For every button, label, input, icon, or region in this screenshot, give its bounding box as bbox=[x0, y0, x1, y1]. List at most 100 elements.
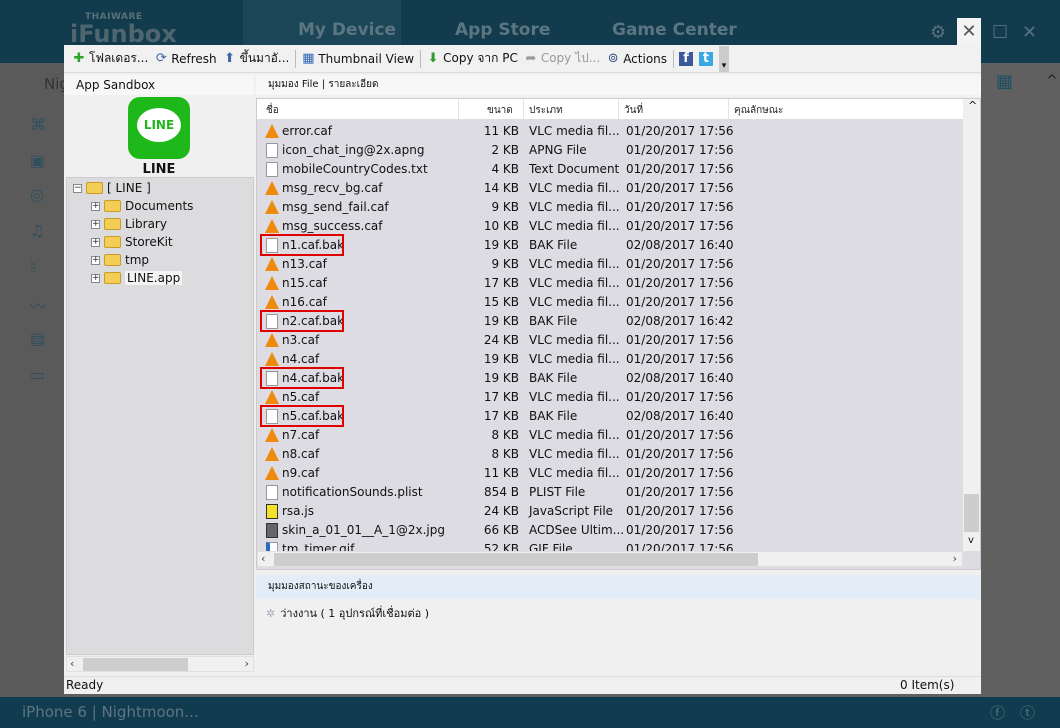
file-row[interactable]: mobileCountryCodes.txt 4 KB Text Document 0… bbox=[257, 160, 963, 179]
scroll-thumb[interactable] bbox=[274, 553, 758, 566]
toolbox-icon[interactable]: ▭ bbox=[30, 365, 50, 384]
toolbar-overflow-button[interactable]: ▾ bbox=[719, 45, 730, 72]
file-row[interactable]: n4.caf 19 KB VLC media fil... 01/20/2017 17… bbox=[257, 350, 963, 369]
file-row[interactable]: n8.caf 8 KB VLC media fil... 01/20/2017 17:… bbox=[257, 445, 963, 464]
device-label[interactable]: iPhone 6 | Nightmoon... bbox=[22, 703, 199, 721]
file-name: icon_chat_ing@2x.apng bbox=[282, 143, 425, 157]
col-name[interactable]: ชื่อ bbox=[266, 103, 279, 118]
vlc-file-icon bbox=[265, 276, 279, 290]
photos-icon[interactable]: ▣ bbox=[30, 151, 50, 170]
expand-icon[interactable]: + bbox=[91, 255, 100, 265]
close-app-icon[interactable]: ✕ bbox=[1022, 22, 1037, 43]
col-size[interactable]: ขนาด bbox=[487, 103, 513, 118]
file-row[interactable]: msg_recv_bg.caf 14 KB VLC media fil... 01/2… bbox=[257, 179, 963, 198]
music-icon[interactable]: ♫ bbox=[30, 221, 50, 240]
expand-icon[interactable]: + bbox=[91, 237, 100, 247]
tree-node-library[interactable]: + Library bbox=[91, 215, 167, 233]
file-type: VLC media fil... bbox=[529, 295, 620, 309]
twitter-share-button[interactable]: t bbox=[699, 51, 714, 66]
facebook-icon[interactable]: ⓕ bbox=[990, 702, 1005, 723]
video-icon[interactable]: ▤ bbox=[30, 329, 50, 348]
collapse-icon[interactable]: − bbox=[73, 183, 82, 193]
facebook-share-button[interactable]: f bbox=[679, 51, 694, 66]
expand-icon[interactable]: + bbox=[91, 273, 100, 283]
details-view-link[interactable]: รายละเอียด bbox=[328, 79, 378, 90]
twitter-icon[interactable]: ⓣ bbox=[1020, 702, 1035, 723]
file-row[interactable]: notificationSounds.plist 854 B PLIST File 0… bbox=[257, 483, 963, 502]
file-row[interactable]: msg_success.caf 10 KB VLC media fil... 01/2… bbox=[257, 217, 963, 236]
file-row[interactable]: rsa.js 24 KB JavaScript File 01/20/2017 17:… bbox=[257, 502, 963, 521]
file-row[interactable]: n15.caf 17 KB VLC media fil... 01/20/2017 1… bbox=[257, 274, 963, 293]
tree-horizontal-scrollbar[interactable]: ‹ › bbox=[66, 656, 254, 672]
file-type: BAK File bbox=[529, 314, 578, 328]
file-row[interactable]: n7.caf 8 KB VLC media fil... 01/20/2017 17:… bbox=[257, 426, 963, 445]
file-date: 02/08/2017 16:40 bbox=[626, 409, 734, 423]
folder-icon bbox=[104, 236, 121, 248]
file-row[interactable]: icon_chat_ing@2x.apng 2 KB APNG File 01/20/… bbox=[257, 141, 963, 160]
file-row[interactable]: n3.caf 24 KB VLC media fil... 01/20/2017 17… bbox=[257, 331, 963, 350]
copy-to-button[interactable]: ➦ Copy ไป... bbox=[524, 49, 600, 68]
file-view-panel: มุมมอง File | รายละเอียด ชื่อ ขนาด ประเภ… bbox=[256, 73, 981, 676]
file-row[interactable]: n16.caf 15 KB VLC media fil... 01/20/2017 1… bbox=[257, 293, 963, 312]
tab-game-center[interactable]: Game Center bbox=[612, 20, 737, 40]
file-row[interactable]: n2.caf.bak 19 KB BAK File 02/08/2017 16:42 bbox=[257, 310, 963, 332]
scroll-up-icon[interactable]: ^ bbox=[968, 99, 977, 112]
file-row[interactable]: error.caf 11 KB VLC media fil... 01/20/2017… bbox=[257, 122, 963, 141]
list-vertical-scrollbar[interactable]: ^ v bbox=[963, 99, 980, 551]
scroll-down-icon[interactable]: v bbox=[968, 535, 974, 546]
tree-node-root[interactable]: −[ LINE ] bbox=[73, 179, 151, 197]
file-row[interactable]: n4.caf.bak 19 KB BAK File 02/08/2017 16:40 bbox=[257, 367, 963, 389]
scroll-left-icon[interactable]: ‹ bbox=[261, 552, 265, 565]
facebook-icon: f bbox=[679, 51, 694, 66]
copy-from-pc-button[interactable]: ⬇ Copy จาก PC bbox=[426, 49, 518, 68]
gear-icon[interactable]: ⚙ bbox=[930, 22, 946, 43]
actions-button[interactable]: ⊚ Actions bbox=[606, 51, 667, 66]
toolbar: ✚ โฟลเดอร... ⟳ Refresh ⬆ ขึ้นมาอั... ▦ Thumb… bbox=[64, 45, 981, 73]
maximize-icon[interactable]: ☐ bbox=[992, 22, 1008, 43]
new-folder-button[interactable]: ✚ โฟลเดอร... bbox=[72, 49, 149, 68]
file-type: APNG File bbox=[529, 143, 587, 157]
scroll-right-icon[interactable]: › bbox=[953, 552, 957, 565]
col-date[interactable]: วันที่ bbox=[624, 103, 643, 118]
thumbnail-view-button[interactable]: ▦ Thumbnail View bbox=[301, 51, 414, 66]
file-date: 01/20/2017 17:56 bbox=[626, 352, 734, 366]
col-attributes[interactable]: คุณลักษณะ bbox=[734, 103, 783, 118]
refresh-button[interactable]: ⟳ Refresh bbox=[154, 51, 217, 66]
tab-my-device[interactable]: My Device bbox=[298, 20, 396, 40]
scroll-left-icon[interactable]: ‹ bbox=[70, 657, 74, 670]
file-row[interactable]: n1.caf.bak 19 KB BAK File 02/08/2017 16:40 bbox=[257, 234, 963, 256]
image-file-icon bbox=[266, 523, 278, 538]
voice-icon[interactable]: 〰 bbox=[30, 293, 50, 316]
file-size: 17 KB bbox=[483, 409, 519, 423]
document-file-icon bbox=[266, 143, 278, 158]
divider bbox=[295, 49, 297, 68]
file-row[interactable]: msg_send_fail.caf 9 KB VLC media fil... 01/… bbox=[257, 198, 963, 217]
dialog-close-button[interactable]: ✕ bbox=[957, 18, 981, 45]
tree-node-tmp[interactable]: + tmp bbox=[91, 251, 149, 269]
file-row[interactable]: n5.caf 17 KB VLC media fil... 01/20/2017 17… bbox=[257, 388, 963, 407]
tree-node-storekit[interactable]: + StoreKit bbox=[91, 233, 173, 251]
tree-node-documents[interactable]: + Documents bbox=[91, 197, 193, 215]
file-row[interactable]: skin_a_01_01__A_1@2x.jpg 66 KB ACDSee Ulti… bbox=[257, 521, 963, 540]
file-row[interactable]: n5.caf.bak 17 KB BAK File 02/08/2017 16:40 bbox=[257, 405, 963, 427]
tree-node-line-app[interactable]: + LINE.app bbox=[91, 269, 183, 287]
expand-icon[interactable]: + bbox=[91, 219, 100, 229]
grid-view-icon[interactable]: ▦ bbox=[996, 71, 1013, 92]
expand-icon[interactable]: + bbox=[91, 201, 100, 211]
file-row[interactable]: n9.caf 11 KB VLC media fil... 01/20/2017 17… bbox=[257, 464, 963, 483]
media-icon[interactable]: ◎ bbox=[30, 185, 50, 204]
app-sandbox-panel: App Sandbox LINE LINE −[ LINE ] + Documen… bbox=[64, 73, 254, 676]
scroll-thumb[interactable] bbox=[83, 658, 188, 671]
ringtone-icon[interactable]: ♮ bbox=[30, 257, 50, 276]
up-button[interactable]: ⬆ ขึ้นมาอั... bbox=[223, 49, 289, 68]
list-horizontal-scrollbar[interactable]: ‹ › bbox=[257, 551, 963, 567]
apps-icon[interactable]: ⌘ bbox=[30, 115, 50, 134]
scroll-right-icon[interactable]: › bbox=[245, 657, 249, 670]
tab-app-store[interactable]: App Store bbox=[455, 20, 550, 40]
arrow-up-icon: ⬆ bbox=[224, 50, 236, 66]
scroll-up-icon[interactable]: ^ bbox=[1046, 73, 1058, 89]
col-type[interactable]: ประเภท bbox=[529, 103, 563, 118]
file-row[interactable]: n13.caf 9 KB VLC media fil... 01/20/2017 17… bbox=[257, 255, 963, 274]
file-list: ชื่อ ขนาด ประเภท วันที่ คุณลักษณะ error.… bbox=[256, 98, 981, 570]
scroll-thumb[interactable] bbox=[964, 494, 979, 532]
